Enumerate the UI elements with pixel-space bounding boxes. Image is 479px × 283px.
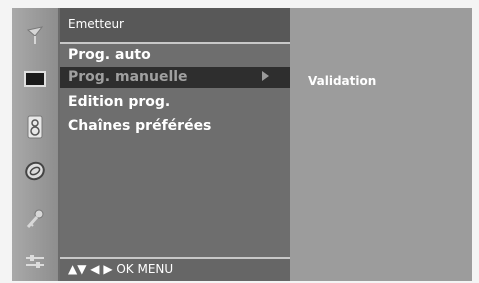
menu-item-prog-manuelle[interactable]: Prog. manuelle — [60, 67, 290, 88]
menu-title: Emetteur — [68, 17, 124, 31]
menu-item-label: Chaînes préférées — [68, 118, 212, 134]
navigation-hint: ▲▼ ◀ ▶ OK MENU — [68, 262, 174, 276]
menu-panel: Emetteur Prog. auto Prog. manuelle Editi… — [60, 8, 290, 281]
menu-item-label: Prog. manuelle — [68, 69, 188, 85]
key-icon[interactable] — [22, 206, 48, 232]
menu-footer-hint: ▲▼ ◀ ▶ OK MENU — [60, 257, 290, 281]
submenu-arrow-icon — [262, 71, 269, 81]
clock-icon[interactable] — [22, 158, 48, 184]
submenu-panel: Validation — [290, 8, 472, 281]
menu-item-chaines-preferees[interactable]: Chaînes préférées — [60, 116, 290, 137]
menu-item-prog-auto[interactable]: Prog. auto — [60, 45, 290, 66]
setup-icon[interactable] — [22, 248, 48, 274]
menu-item-label: Prog. auto — [68, 47, 151, 63]
menu-header: Emetteur — [60, 8, 290, 44]
menu-item-edition-prog[interactable]: Edition prog. — [60, 92, 290, 113]
menu-item-label: Edition prog. — [68, 94, 171, 110]
antenna-icon[interactable] — [22, 22, 48, 48]
category-icon-bar — [12, 8, 60, 281]
submenu-label-validation[interactable]: Validation — [308, 74, 376, 88]
speaker-icon[interactable] — [22, 114, 48, 140]
picture-icon[interactable] — [22, 66, 48, 92]
